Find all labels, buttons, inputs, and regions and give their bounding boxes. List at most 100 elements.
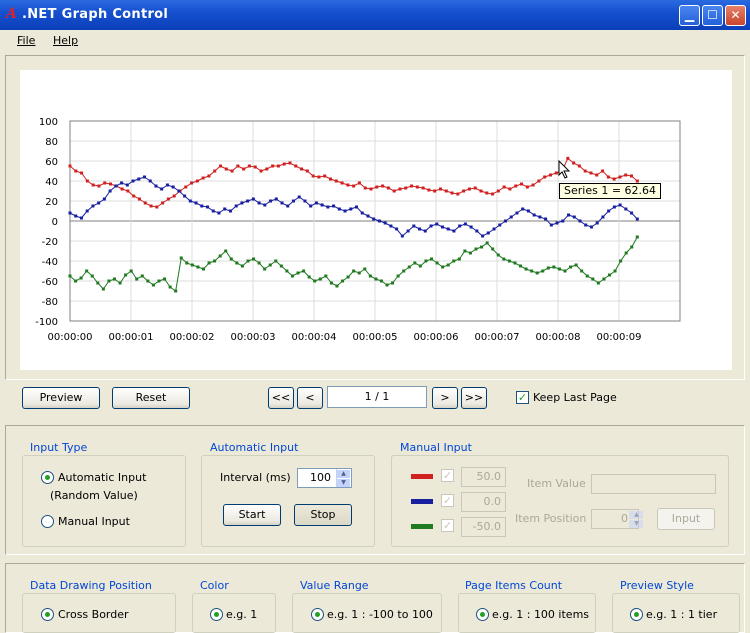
series-3-point: [346, 275, 350, 279]
series3-value-input[interactable]: -50.0: [461, 517, 506, 537]
series-2-point: [412, 224, 416, 228]
prev-page-button[interactable]: <: [297, 387, 323, 409]
series-1-point: [74, 169, 78, 173]
series-2-point: [148, 179, 152, 183]
series-1-point: [109, 182, 113, 186]
series-3-point: [541, 269, 545, 273]
manual-input-radio[interactable]: [41, 515, 54, 528]
series-1-point: [369, 187, 373, 191]
series-1-point: [334, 179, 338, 183]
series-3-point: [391, 281, 395, 285]
item-position-spinner[interactable]: ▲ ▼: [629, 510, 643, 528]
random-value-label: (Random Value): [50, 489, 138, 502]
minimize-button[interactable]: ▁: [679, 5, 700, 26]
series-3-point: [591, 277, 595, 281]
series2-value-input[interactable]: 0.0: [461, 492, 506, 512]
window-title: .NET Graph Control: [22, 7, 169, 22]
y-tick-label: 60: [45, 157, 58, 168]
series1-checkbox[interactable]: ✓: [441, 469, 454, 482]
first-page-button[interactable]: <<: [268, 387, 294, 409]
preview-style-radio[interactable]: [630, 608, 643, 621]
series-2-point: [68, 211, 72, 215]
y-tick-label: 100: [39, 117, 58, 128]
series1-value-input[interactable]: 50.0: [461, 467, 506, 487]
series-2-point: [395, 227, 399, 231]
series-3-point: [79, 276, 83, 280]
series-1-point: [427, 188, 431, 192]
series-1-point: [543, 175, 547, 179]
series-1-point: [294, 164, 298, 168]
series-1-point: [247, 164, 251, 168]
series-2-point: [538, 215, 542, 219]
series-2-point: [446, 227, 450, 231]
series-2-point: [326, 205, 330, 209]
series-2-point: [601, 215, 605, 219]
close-button[interactable]: ✕: [725, 5, 746, 26]
series-3-point: [290, 274, 294, 278]
automatic-input-radio[interactable]: [41, 471, 54, 484]
series-2-point: [561, 219, 565, 223]
series3-color-swatch: [411, 524, 433, 529]
series2-checkbox[interactable]: ✓: [441, 494, 454, 507]
maximize-button[interactable]: ☐: [702, 5, 723, 26]
series-3-point: [580, 269, 584, 273]
series-2-point: [183, 194, 187, 198]
preview-button[interactable]: Preview: [22, 387, 100, 409]
series-1-point: [537, 179, 541, 183]
series-1-point: [120, 187, 124, 191]
start-button[interactable]: Start: [223, 504, 281, 526]
reset-button[interactable]: Reset: [112, 387, 190, 409]
series-1-point: [132, 194, 136, 198]
menu-file[interactable]: File: [17, 34, 35, 47]
input-button[interactable]: Input: [657, 508, 715, 530]
series-1-point: [398, 187, 402, 191]
page-items-radio[interactable]: [476, 608, 489, 621]
last-page-button[interactable]: >>: [461, 387, 487, 409]
series-2-point: [246, 199, 250, 203]
cross-border-radio[interactable]: [41, 608, 54, 621]
series3-checkbox[interactable]: ✓: [441, 519, 454, 532]
y-tick-label: 40: [45, 177, 58, 188]
series-3-point: [530, 269, 534, 273]
series-1-point: [462, 189, 466, 193]
series-3-point: [201, 267, 205, 271]
series-3-point: [124, 273, 128, 277]
next-page-button[interactable]: >: [432, 387, 458, 409]
series-2-point: [618, 203, 622, 207]
series-1-point: [363, 186, 367, 190]
series-3-point: [168, 285, 172, 289]
y-tick-label: -60: [42, 277, 58, 288]
x-tick-label: 00:00:09: [597, 332, 642, 343]
series-1-point: [352, 184, 356, 188]
series-1-point: [514, 184, 518, 188]
series-3-point: [502, 257, 506, 261]
stop-button[interactable]: Stop: [294, 504, 352, 526]
item-value-input[interactable]: [591, 474, 716, 494]
series-1-point: [137, 197, 141, 201]
color-option-radio[interactable]: [210, 608, 223, 621]
data-drawing-label: Data Drawing Position: [28, 579, 154, 592]
series-3-point: [296, 271, 300, 275]
series-1-point: [311, 174, 315, 178]
interval-spinner[interactable]: ▲ ▼: [336, 469, 350, 487]
value-range-radio[interactable]: [311, 608, 324, 621]
series-2-point: [452, 229, 456, 233]
series-3-point: [435, 261, 439, 265]
menu-help[interactable]: Help: [53, 34, 78, 47]
keep-last-page-checkbox[interactable]: ✓: [516, 391, 529, 404]
series-3-point: [257, 261, 261, 265]
series-2-point: [160, 187, 164, 191]
series-2-point: [79, 216, 83, 220]
series-1-point: [288, 161, 292, 165]
series-3-point: [491, 247, 495, 251]
series-3-point: [68, 274, 72, 278]
series-2-point: [578, 219, 582, 223]
series-3-point: [341, 279, 345, 283]
series-1-point: [433, 189, 437, 193]
series-3-point: [307, 275, 311, 279]
series-2-point: [555, 221, 559, 225]
series-2-point: [125, 183, 129, 187]
series-3-point: [546, 266, 550, 270]
series-1-point: [166, 197, 170, 201]
series-2-point: [303, 199, 307, 203]
